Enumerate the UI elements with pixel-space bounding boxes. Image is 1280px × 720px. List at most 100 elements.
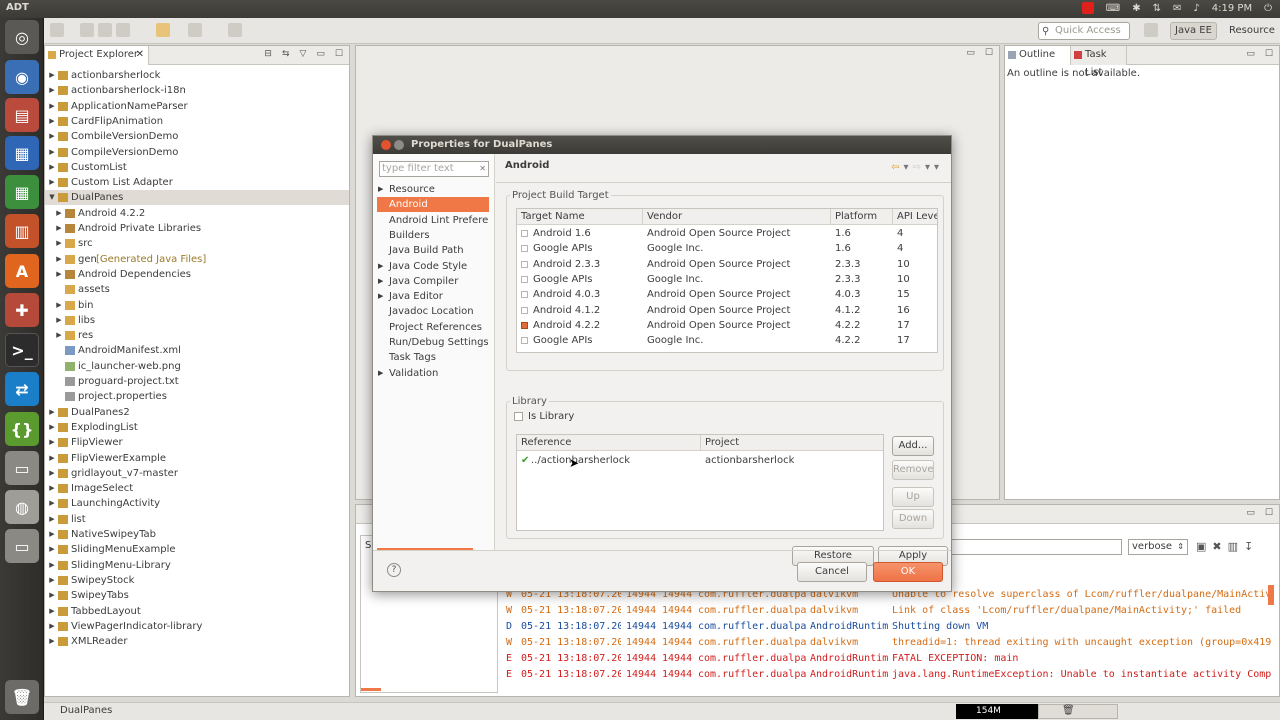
- category-item[interactable]: Project References: [377, 320, 489, 335]
- eclipse-adt-icon[interactable]: {}: [5, 412, 39, 446]
- calc-icon[interactable]: ▦: [5, 175, 39, 209]
- maximize-icon[interactable]: ☐: [1265, 508, 1273, 518]
- target-checkbox[interactable]: [521, 230, 528, 237]
- expand-arrow-icon[interactable]: ▶: [55, 252, 63, 267]
- add-library-button[interactable]: Add...: [892, 436, 934, 456]
- save-all-icon[interactable]: [98, 23, 112, 37]
- tree-item[interactable]: ▶ FlipViewer: [45, 435, 349, 450]
- target-checkbox[interactable]: [521, 306, 528, 314]
- tree-item[interactable]: ▶ SwipeyStock: [45, 573, 349, 588]
- tree-item[interactable]: ▶ list: [45, 512, 349, 527]
- expand-arrow-icon[interactable]: ▶: [55, 328, 63, 343]
- tree-item[interactable]: proguard-project.txt: [45, 374, 349, 389]
- forward-icon[interactable]: ⇨: [913, 162, 925, 173]
- build-target-row[interactable]: Android 1.6 Android Open Source Project 1.…: [517, 226, 937, 241]
- tree-item[interactable]: ic_launcher-web.png: [45, 359, 349, 374]
- expand-arrow-icon[interactable]: ▶: [48, 466, 56, 481]
- indicator-red-icon[interactable]: [1081, 2, 1094, 14]
- minimize-window-icon[interactable]: [394, 140, 404, 150]
- pin-icon[interactable]: [228, 23, 242, 37]
- help-icon[interactable]: ?: [387, 563, 401, 577]
- expand-arrow-icon[interactable]: ▶: [48, 68, 56, 83]
- expand-arrow-icon[interactable]: ▶: [48, 588, 56, 603]
- tree-item[interactable]: ▶ SlidingMenuExample: [45, 542, 349, 557]
- minimize-icon[interactable]: ▭: [1246, 508, 1255, 518]
- drive-icon[interactable]: ▭: [5, 451, 39, 485]
- expand-arrow-icon[interactable]: ▶: [55, 206, 63, 221]
- print-icon[interactable]: [116, 23, 130, 37]
- expand-arrow-icon[interactable]: ▶: [48, 405, 56, 420]
- tab-project-explorer[interactable]: Project Explorer ✕: [45, 46, 149, 65]
- tree-item[interactable]: ▶ XMLReader: [45, 634, 349, 649]
- build-target-row[interactable]: Android 2.3.3 Android Open Source Project…: [517, 257, 937, 272]
- collapse-all-icon[interactable]: ⊟: [264, 49, 272, 59]
- scroll-lock-icon[interactable]: ↧: [1244, 540, 1259, 553]
- target-checkbox[interactable]: [521, 337, 528, 345]
- category-item[interactable]: ▶ Java Editor: [377, 289, 489, 304]
- build-target-row[interactable]: Android 4.2.2 Android Open Source Project…: [517, 318, 937, 333]
- volume-icon[interactable]: ♪: [1193, 3, 1199, 14]
- log-scrollbar[interactable]: [1268, 585, 1274, 605]
- category-item[interactable]: Android: [377, 197, 489, 213]
- heap-status[interactable]: 154M: [956, 704, 1038, 719]
- view-menu-icon[interactable]: ▽: [299, 49, 306, 59]
- removable-drive-icon[interactable]: ▭: [5, 529, 39, 563]
- expand-arrow-icon[interactable]: ▶: [48, 527, 56, 542]
- expand-arrow-icon[interactable]: ▶: [55, 267, 63, 282]
- tree-item[interactable]: ▶ FlipViewerExample: [45, 451, 349, 466]
- tree-item[interactable]: ▶ Android Dependencies: [45, 267, 349, 282]
- tree-item[interactable]: ▶ ViewPagerIndicator-library: [45, 619, 349, 634]
- network-icon[interactable]: ⇅: [1153, 3, 1161, 14]
- col-project[interactable]: Project: [701, 435, 885, 451]
- expand-arrow-icon[interactable]: ▶: [48, 573, 56, 588]
- build-target-row[interactable]: Google APIs Google Inc. 4.2.2 17: [517, 333, 937, 348]
- forward-menu-icon[interactable]: ▾: [925, 162, 934, 173]
- tree-item[interactable]: assets: [45, 282, 349, 297]
- file-manager-icon[interactable]: ▤: [5, 98, 39, 132]
- expand-arrow-icon[interactable]: ▶: [55, 236, 63, 251]
- minimize-icon[interactable]: ▭: [1246, 49, 1255, 59]
- save-log-icon[interactable]: ▣: [1196, 540, 1212, 553]
- maximize-icon[interactable]: ☐: [335, 49, 343, 59]
- expand-arrow-icon[interactable]: ▶: [48, 83, 56, 98]
- category-item[interactable]: ▶ Validation: [377, 366, 489, 381]
- remove-library-button[interactable]: Remove: [892, 460, 934, 480]
- expand-arrow-icon[interactable]: ▶: [378, 259, 383, 274]
- terminal-icon[interactable]: >_: [5, 333, 39, 367]
- expand-arrow-icon[interactable]: ▶: [48, 558, 56, 573]
- tree-item[interactable]: AndroidManifest.xml: [45, 343, 349, 358]
- close-icon[interactable]: ✕: [136, 46, 144, 64]
- clear-log-icon[interactable]: ✖: [1212, 540, 1227, 553]
- col-api-level[interactable]: API Leve: [893, 209, 937, 225]
- back-icon[interactable]: ⇦: [891, 162, 903, 173]
- tree-item[interactable]: ▶ Custom List Adapter: [45, 175, 349, 190]
- col-vendor[interactable]: Vendor: [643, 209, 831, 225]
- filter-input[interactable]: type filter text ✕: [379, 161, 489, 177]
- tree-item[interactable]: ▶ CombileVersionDemo: [45, 129, 349, 144]
- tree-item[interactable]: ▶ DualPanes2: [45, 405, 349, 420]
- tree-item[interactable]: ▶ gridlayout_v7-master: [45, 466, 349, 481]
- tree-item[interactable]: ▶ SlidingMenu-Library: [45, 558, 349, 573]
- expand-arrow-icon[interactable]: ▶: [378, 366, 383, 381]
- expand-arrow-icon[interactable]: ▶: [55, 298, 63, 313]
- target-checkbox[interactable]: [521, 321, 528, 329]
- tree-item[interactable]: ▶ actionbarsherlock-i18n: [45, 83, 349, 98]
- open-perspective-icon[interactable]: [1144, 23, 1158, 37]
- tree-item[interactable]: ▶ Android Private Libraries: [45, 221, 349, 236]
- col-reference[interactable]: Reference: [517, 435, 701, 451]
- expand-arrow-icon[interactable]: ▶: [55, 313, 63, 328]
- forward-icon[interactable]: [188, 23, 202, 37]
- link-editor-icon[interactable]: ⇆: [282, 49, 290, 59]
- cancel-button[interactable]: Cancel: [797, 562, 867, 582]
- expand-arrow-icon[interactable]: ▶: [378, 289, 383, 304]
- tree-item[interactable]: ▼ DualPanes: [45, 190, 349, 206]
- down-button[interactable]: Down: [892, 509, 934, 529]
- dash-home-icon[interactable]: ◎: [5, 20, 39, 54]
- tree-item[interactable]: ▶ ExplodingList: [45, 420, 349, 435]
- category-item[interactable]: Run/Debug Settings: [377, 335, 489, 350]
- expand-arrow-icon[interactable]: ▶: [378, 182, 383, 197]
- expand-arrow-icon[interactable]: ▶: [48, 512, 56, 527]
- save-icon[interactable]: [80, 23, 94, 37]
- expand-arrow-icon[interactable]: ▶: [48, 129, 56, 144]
- tree-item[interactable]: ▶ bin: [45, 298, 349, 313]
